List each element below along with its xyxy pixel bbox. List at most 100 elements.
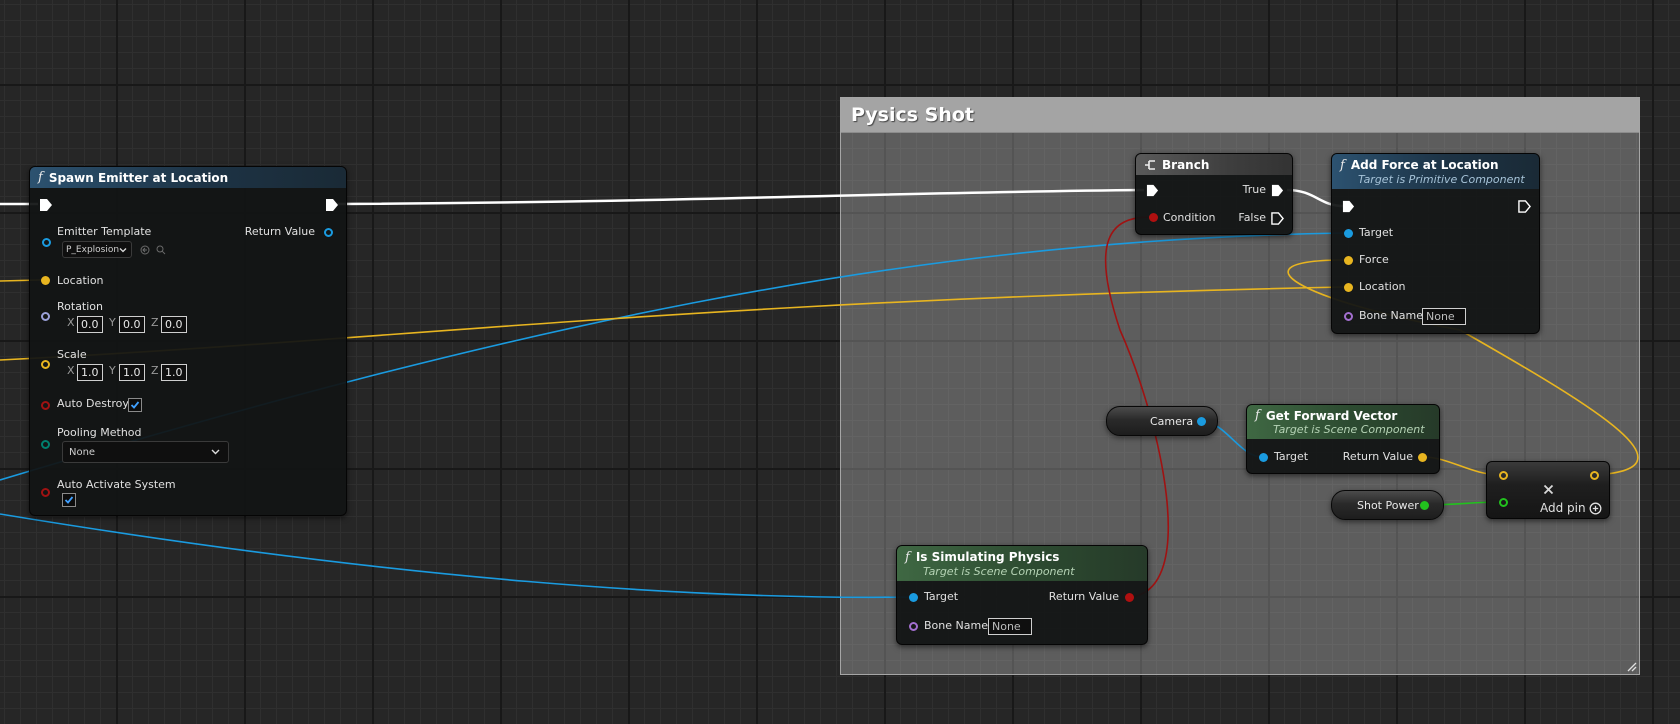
exec-input-pin[interactable]: [39, 198, 53, 212]
target-pin[interactable]: [1344, 229, 1353, 238]
return-value-pin[interactable]: [324, 228, 333, 237]
add-force-header[interactable]: f Add Force at Location Target is Primiti…: [1332, 154, 1539, 189]
rotation-label: Rotation: [57, 300, 104, 313]
node-title: Branch: [1162, 157, 1210, 172]
get-forward-header[interactable]: f Get Forward Vector Target is Scene Comp…: [1247, 405, 1439, 439]
bone-name-pin[interactable]: [1344, 312, 1353, 321]
node-subtitle: Target is Scene Component: [923, 564, 1075, 578]
true-exec-pin[interactable]: [1271, 184, 1284, 197]
location-label: Location: [57, 274, 104, 287]
checkmark-icon: [130, 401, 140, 409]
return-value-label: Return Value: [244, 225, 315, 238]
auto-destroy-pin[interactable]: [41, 401, 50, 410]
exec-input-pin[interactable]: [1146, 184, 1159, 197]
function-icon: f: [1340, 157, 1345, 173]
object-wire-target-issim: [0, 513, 914, 599]
blueprint-graph-canvas[interactable]: Pysics Shot f Spawn Emitter at Location E…: [0, 0, 1680, 724]
bone-name-label: Bone Name: [924, 619, 988, 632]
location-label: Location: [1359, 280, 1406, 293]
node-title: Is Simulating Physics: [915, 550, 1060, 564]
spawn-emitter-node[interactable]: f Spawn Emitter at Location Emitter Templ…: [29, 166, 347, 516]
browse-asset-search-icon[interactable]: [156, 245, 166, 255]
pooling-method-pin[interactable]: [41, 440, 50, 449]
multiply-output-pin[interactable]: [1590, 471, 1599, 480]
shot-power-variable-node[interactable]: Shot Power: [1331, 490, 1444, 520]
add-force-at-location-node[interactable]: f Add Force at Location Target is Primiti…: [1331, 153, 1540, 334]
exec-output-pin[interactable]: [325, 198, 339, 212]
exec-output-pin[interactable]: [1518, 200, 1531, 213]
pooling-method-dropdown[interactable]: None: [62, 441, 229, 463]
scale-pin[interactable]: [41, 360, 50, 369]
multiply-icon: [1543, 484, 1554, 495]
use-selected-asset-icon[interactable]: [140, 245, 150, 255]
target-pin[interactable]: [1259, 453, 1268, 462]
scale-x-field[interactable]: 1.0: [77, 364, 103, 381]
branch-header[interactable]: Branch: [1136, 154, 1292, 175]
emitter-template-pin[interactable]: [42, 238, 51, 247]
condition-pin[interactable]: [1149, 213, 1158, 222]
rotation-z-field[interactable]: 0.0: [161, 316, 187, 333]
add-pin-plus-icon[interactable]: [1589, 502, 1602, 515]
return-value-label: Return Value: [1048, 590, 1119, 603]
exec-input-pin[interactable]: [1342, 200, 1355, 213]
return-value-pin[interactable]: [1125, 593, 1134, 602]
location-pin[interactable]: [41, 276, 50, 285]
target-label: Target: [924, 590, 959, 603]
node-title: Spawn Emitter at Location: [48, 170, 229, 185]
bone-name-label: Bone Name: [1359, 309, 1423, 322]
chevron-down-icon: [211, 449, 220, 455]
is-simulating-header[interactable]: f Is Simulating Physics Target is Scene C…: [897, 546, 1147, 581]
auto-activate-checkbox[interactable]: [62, 493, 76, 507]
scale-y-axis-label: Y: [109, 364, 116, 377]
exec-wire-spawn-branch: [335, 188, 1145, 206]
pooling-method-value: None: [69, 446, 96, 458]
true-label: True: [1242, 183, 1266, 196]
auto-destroy-label: Auto Destroy: [57, 397, 129, 410]
shot-power-output-pin[interactable]: [1420, 501, 1429, 510]
rotation-y-axis-label: Y: [109, 316, 116, 329]
emitter-template-dropdown[interactable]: P_Explosion: [62, 241, 132, 258]
target-pin[interactable]: [909, 593, 918, 602]
false-label: False: [1238, 211, 1266, 224]
node-subtitle: Target is Primitive Component: [1358, 172, 1525, 186]
shot-power-label: Shot Power: [1357, 499, 1419, 512]
rotation-z-axis-label: Z: [151, 316, 159, 329]
emitter-template-value: P_Explosion: [66, 244, 120, 255]
multiply-input-b-pin[interactable]: [1499, 498, 1508, 507]
camera-label: Camera: [1150, 415, 1194, 428]
camera-output-pin[interactable]: [1197, 417, 1206, 426]
rotation-x-field[interactable]: 0.0: [77, 316, 103, 333]
get-forward-vector-node[interactable]: f Get Forward Vector Target is Scene Comp…: [1246, 404, 1440, 474]
multiply-input-a-pin[interactable]: [1499, 471, 1508, 480]
is-simulating-physics-node[interactable]: f Is Simulating Physics Target is Scene C…: [896, 545, 1148, 645]
node-title: Add Force at Location: [1350, 158, 1499, 172]
multiply-node[interactable]: Add pin: [1486, 461, 1610, 519]
false-exec-pin[interactable]: [1271, 212, 1284, 225]
rotation-pin[interactable]: [41, 312, 50, 321]
bone-name-field[interactable]: None: [988, 618, 1032, 635]
location-pin[interactable]: [1344, 283, 1353, 292]
target-label: Target: [1359, 226, 1394, 239]
bone-name-field[interactable]: None: [1422, 308, 1466, 325]
camera-variable-node[interactable]: Camera: [1106, 406, 1218, 436]
return-value-pin[interactable]: [1418, 453, 1427, 462]
auto-activate-pin[interactable]: [41, 488, 50, 497]
spawn-emitter-header[interactable]: f Spawn Emitter at Location: [30, 167, 346, 188]
return-value-label: Return Value: [1342, 450, 1413, 463]
node-subtitle: Target is Scene Component: [1273, 423, 1425, 436]
scale-z-axis-label: Z: [151, 364, 159, 377]
emitter-template-label: Emitter Template: [57, 225, 152, 238]
function-icon: f: [38, 170, 43, 185]
bone-name-pin[interactable]: [909, 622, 918, 631]
auto-activate-label: Auto Activate System: [57, 478, 176, 491]
scale-y-field[interactable]: 1.0: [119, 364, 145, 381]
auto-destroy-checkbox[interactable]: [128, 398, 142, 412]
function-icon: f: [905, 549, 910, 565]
add-pin-label[interactable]: Add pin: [1540, 501, 1586, 515]
branch-node[interactable]: Branch True Condition False: [1135, 153, 1293, 235]
rotation-x-axis-label: X: [67, 316, 75, 329]
rotation-y-field[interactable]: 0.0: [119, 316, 145, 333]
branch-icon: [1145, 159, 1155, 170]
force-pin[interactable]: [1344, 256, 1353, 265]
scale-z-field[interactable]: 1.0: [161, 364, 187, 381]
